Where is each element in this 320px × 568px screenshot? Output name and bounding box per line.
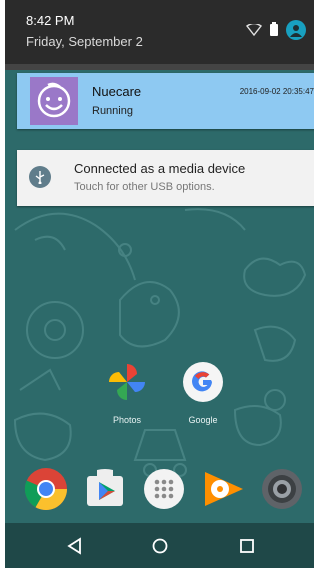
usb-icon: [29, 166, 51, 188]
notification-status: Running: [92, 105, 133, 117]
notification-usb[interactable]: Connected as a media device Touch for ot…: [17, 150, 314, 206]
navigation-bar: [5, 523, 314, 568]
photos-icon: [109, 364, 145, 400]
status-icons: [246, 20, 306, 40]
shortcut-google[interactable]: Google: [177, 360, 229, 425]
shortcut-label: Photos: [112, 415, 142, 425]
notification-nuecare[interactable]: Nuecare Running 2016-09-02 20:35:47: [17, 73, 314, 129]
home-icon[interactable]: [151, 537, 169, 555]
recents-icon[interactable]: [238, 537, 256, 555]
app-drawer-icon[interactable]: [141, 466, 187, 512]
wifi-icon: [246, 24, 262, 36]
play-music-icon[interactable]: [201, 466, 247, 512]
person-icon: [290, 25, 302, 37]
battery-icon: [270, 22, 278, 36]
clock-time: 8:42 PM: [26, 13, 75, 28]
shade-divider: [5, 64, 314, 70]
shortcut-label: Google: [188, 415, 218, 425]
play-store-icon[interactable]: [82, 466, 128, 512]
shortcut-photos[interactable]: Photos: [101, 360, 153, 425]
phone-screen: 8:42 PM Friday, September 2 Nuecare Runn…: [5, 0, 314, 568]
user-avatar-icon[interactable]: [286, 20, 306, 40]
clock-date: Friday, September 2: [26, 34, 143, 49]
notification-shade-header: 8:42 PM Friday, September 2: [5, 0, 314, 64]
google-icon: [183, 362, 223, 402]
usb-notification-subtitle: Touch for other USB options.: [74, 181, 215, 193]
smiley-baby-icon: [30, 77, 78, 125]
chrome-icon[interactable]: [23, 466, 69, 512]
usb-notification-title: Connected as a media device: [74, 161, 246, 176]
camera-icon[interactable]: [259, 466, 305, 512]
notification-app-name: Nuecare: [92, 84, 142, 99]
notification-timestamp: 2016-09-02 20:35:47: [239, 87, 314, 96]
back-icon[interactable]: [66, 537, 84, 555]
dock: [5, 466, 314, 518]
